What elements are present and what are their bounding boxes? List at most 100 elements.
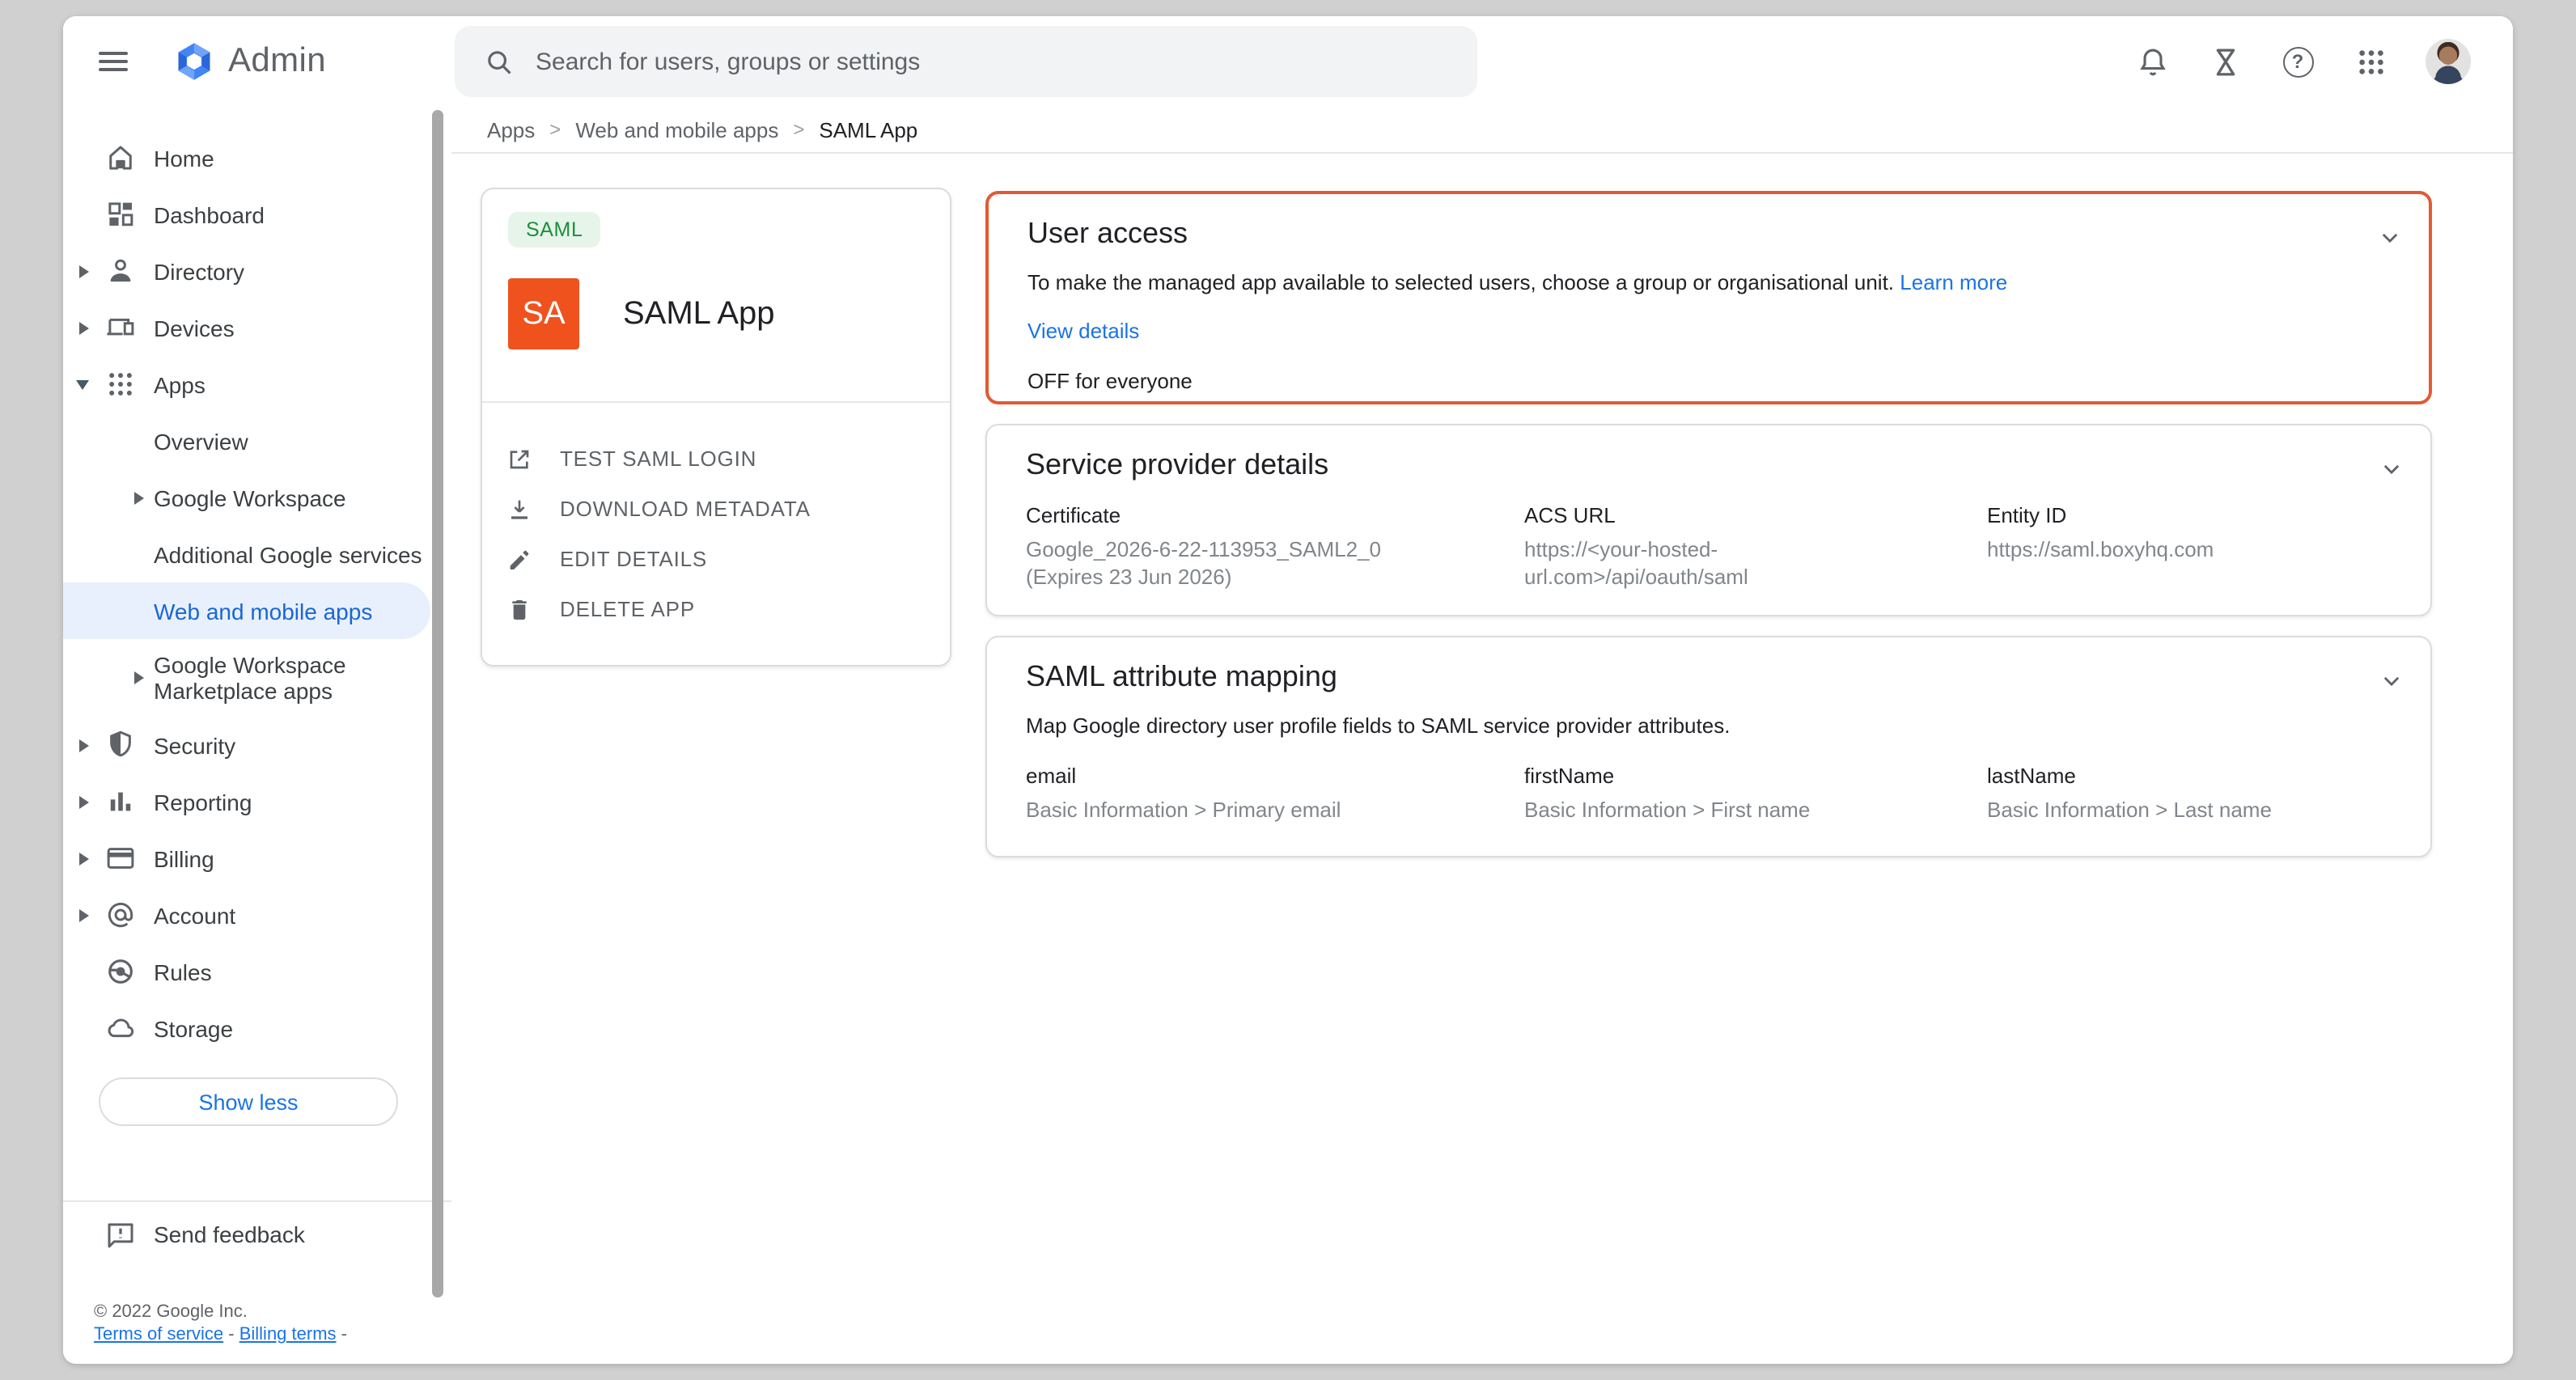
app-summary-card: SAML SA SAML App TEST SAML LOGIN	[481, 188, 951, 667]
rules-icon	[104, 955, 138, 988]
user-access-status: OFF for everyone	[1027, 369, 2390, 393]
product-name: Admin	[228, 42, 326, 81]
sidebar-item-directory[interactable]: Directory	[63, 243, 451, 299]
sidebar-item-gw-marketplace-apps[interactable]: Google Workspace Marketplace apps	[63, 639, 451, 717]
saml-badge: SAML	[508, 212, 601, 248]
sidebar-item-google-workspace[interactable]: Google Workspace	[63, 469, 451, 526]
breadcrumb-web-and-mobile-apps[interactable]: Web and mobile apps	[575, 117, 778, 142]
sidebar-item-web-and-mobile-apps[interactable]: Web and mobile apps	[63, 582, 430, 639]
sidebar-item-reporting[interactable]: Reporting	[63, 773, 451, 830]
chevron-down-icon[interactable]	[2380, 670, 2403, 692]
search-input[interactable]	[536, 48, 1377, 75]
home-icon	[104, 141, 138, 175]
dashboard-icon	[104, 197, 138, 231]
view-details-link[interactable]: View details	[1027, 319, 1139, 343]
hourglass-icon[interactable]	[2207, 44, 2243, 79]
apps-grid-icon[interactable]	[2353, 44, 2388, 79]
top-bar: Admin ?	[63, 16, 2513, 107]
expand-right-icon	[79, 321, 89, 334]
breadcrumb-separator: >	[793, 118, 804, 141]
shield-icon	[104, 728, 138, 762]
sidebar-item-security[interactable]: Security	[63, 717, 451, 773]
feedback-icon	[104, 1217, 138, 1251]
page: Admin ?	[0, 0, 2576, 1380]
card-title: SAML attribute mapping	[1026, 660, 2392, 694]
card-title: User access	[1027, 217, 2390, 251]
send-feedback-button[interactable]: Send feedback	[63, 1210, 451, 1259]
pencil-icon	[506, 546, 532, 572]
copyright: © 2022 Google Inc.	[94, 1301, 347, 1323]
bar-chart-icon	[104, 785, 138, 819]
breadcrumb-separator: >	[549, 118, 561, 141]
sidebar-item-rules[interactable]: Rules	[63, 943, 451, 1000]
show-less-button[interactable]: Show less	[99, 1077, 398, 1126]
expand-right-icon	[79, 265, 89, 277]
sidebar-item-additional-google-services[interactable]: Additional Google services	[63, 526, 451, 582]
app-actions: TEST SAML LOGIN DOWNLOAD METADATA EDIT D…	[482, 403, 950, 634]
apps-icon	[104, 367, 138, 401]
main-content: SAML SA SAML App TEST SAML LOGIN	[451, 154, 2513, 1364]
settings-cards: User access To make the managed app avai…	[985, 191, 2432, 857]
app-title: SAML App	[623, 295, 775, 332]
sidebar-item-storage[interactable]: Storage	[63, 1000, 451, 1056]
sidebar-item-devices[interactable]: Devices	[63, 299, 451, 356]
billing-terms-link[interactable]: Billing terms	[239, 1325, 337, 1344]
chevron-down-icon[interactable]	[2379, 226, 2401, 249]
person-icon	[104, 254, 138, 288]
app-avatar-tile: SA	[508, 278, 579, 349]
notifications-bell-icon[interactable]	[2134, 44, 2170, 79]
expand-down-icon	[76, 379, 89, 389]
terms-of-service-link[interactable]: Terms of service	[94, 1325, 223, 1344]
avatar[interactable]	[2426, 39, 2471, 84]
sidebar-item-apps[interactable]: Apps	[63, 356, 451, 413]
admin-hexagon-icon	[173, 40, 215, 83]
service-provider-details-card: Service provider details Certificate Goo…	[985, 424, 2432, 616]
search-bar[interactable]	[455, 26, 1477, 97]
test-saml-login-button[interactable]: TEST SAML LOGIN	[506, 434, 950, 484]
chevron-down-icon[interactable]	[2380, 458, 2403, 480]
search-icon	[484, 46, 515, 77]
breadcrumb-apps[interactable]: Apps	[487, 117, 535, 142]
admin-console-window: Admin ?	[63, 16, 2513, 1364]
mapping-firstname: firstName Basic Information > First name	[1524, 764, 1955, 823]
breadcrumb: Apps > Web and mobile apps > SAML App	[451, 107, 2513, 154]
at-sign-icon	[104, 898, 138, 932]
expand-right-icon	[79, 739, 89, 751]
menu-icon[interactable]	[99, 45, 131, 78]
sidebar-divider	[63, 1200, 451, 1202]
saml-attribute-mapping-card: SAML attribute mapping Map Google direct…	[985, 636, 2432, 857]
expand-right-icon	[79, 795, 89, 808]
trash-icon	[506, 596, 532, 622]
cloud-icon	[104, 1011, 138, 1045]
sidebar-scrollbar[interactable]	[432, 110, 443, 1297]
mapping-description: Map Google directory user profile fields…	[1026, 713, 2392, 738]
delete-app-button[interactable]: DELETE APP	[506, 584, 950, 634]
google-admin-logo[interactable]: Admin	[173, 40, 326, 83]
sidebar-footer: © 2022 Google Inc. Terms of service - Bi…	[94, 1301, 347, 1346]
expand-right-icon	[79, 852, 89, 865]
expand-right-icon	[134, 671, 144, 684]
open-in-new-icon	[506, 446, 532, 472]
sidebar-item-account[interactable]: Account	[63, 887, 451, 943]
learn-more-link[interactable]: Learn more	[1900, 270, 2007, 294]
sidebar-item-dashboard[interactable]: Dashboard	[63, 186, 451, 243]
certificate-field: Certificate Google_2026-6-22-113953_SAML…	[1026, 503, 1479, 591]
acs-url-field: ACS URL https://<your-hosted- url.com>/a…	[1524, 503, 1955, 591]
sidebar-item-overview[interactable]: Overview	[63, 413, 451, 469]
sidebar-item-billing[interactable]: Billing	[63, 830, 451, 887]
sidebar-nav: Home Dashboard	[63, 107, 451, 1126]
sidebar-item-home[interactable]: Home	[63, 129, 451, 186]
card-title: Service provider details	[1026, 448, 2392, 482]
expand-right-icon	[134, 491, 144, 504]
breadcrumb-current: SAML App	[819, 117, 917, 142]
user-access-description: To make the managed app available to sel…	[1027, 270, 2390, 294]
devices-icon	[104, 311, 138, 345]
download-metadata-button[interactable]: DOWNLOAD METADATA	[506, 484, 950, 534]
sidebar: Home Dashboard	[63, 107, 451, 1364]
edit-details-button[interactable]: EDIT DETAILS	[506, 534, 950, 584]
user-access-card: User access To make the managed app avai…	[985, 191, 2432, 404]
download-icon	[506, 496, 532, 522]
help-icon[interactable]: ?	[2280, 44, 2315, 79]
mapping-email: email Basic Information > Primary email	[1026, 764, 1479, 823]
topbar-actions: ?	[2134, 16, 2471, 107]
